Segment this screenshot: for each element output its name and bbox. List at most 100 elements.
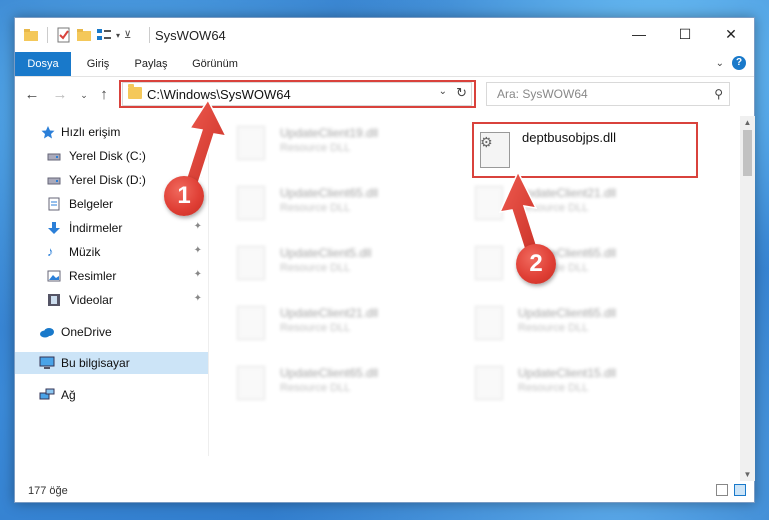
ribbon-tabs: Dosya Giriş Paylaş Görünüm ⌄ ? bbox=[15, 52, 754, 77]
properties-icon[interactable] bbox=[56, 27, 72, 43]
nav-item-label: Müzik bbox=[69, 245, 101, 259]
file-type: Resource DLL bbox=[280, 202, 351, 214]
help-icon[interactable]: ? bbox=[732, 56, 746, 70]
status-bar: 177 öğe bbox=[15, 480, 754, 502]
nav-item-label: Yerel Disk (D:) bbox=[69, 173, 146, 187]
title-separator bbox=[149, 27, 150, 43]
window-controls: — ☐ ✕ bbox=[616, 18, 754, 50]
search-input[interactable]: Ara: SysWOW64 ⚲ bbox=[486, 82, 730, 106]
file-name: UpdateClient15.dll bbox=[518, 366, 617, 380]
forward-arrow-icon[interactable]: → bbox=[51, 86, 69, 104]
list-item[interactable]: UpdateClient65.dll Resource DLL bbox=[225, 360, 435, 408]
nav-item-label: Hızlı erişim bbox=[61, 125, 121, 139]
step-2-badge: 2 bbox=[516, 244, 556, 284]
dll-file-icon bbox=[237, 126, 265, 160]
list-item[interactable]: UpdateClient65.dll Resource DLL bbox=[463, 240, 673, 288]
scroll-down-icon[interactable]: ▼ bbox=[742, 470, 753, 479]
pin-icon[interactable]: ✦ bbox=[194, 293, 202, 304]
title-bar: ▾ ⊻ SysWOW64 — ☐ ✕ bbox=[15, 18, 754, 52]
customize-toolbar-icon[interactable]: ⊻ bbox=[124, 30, 131, 41]
pin-icon[interactable]: ✦ bbox=[194, 149, 202, 160]
navigation-pane: Hızlı erişim Yerel Disk (C:) ✦ Yerel Dis… bbox=[15, 116, 209, 456]
large-icons-view-icon[interactable] bbox=[734, 484, 746, 496]
search-icon[interactable]: ⚲ bbox=[714, 87, 723, 101]
maximize-button[interactable]: ☐ bbox=[662, 18, 708, 50]
close-button[interactable]: ✕ bbox=[708, 18, 754, 50]
highlighted-file-item[interactable]: ⚙ deptbusobjps.dll bbox=[472, 122, 698, 178]
tab-share[interactable]: Paylaş bbox=[129, 52, 173, 76]
chevron-down-icon[interactable]: ▾ bbox=[116, 31, 120, 40]
documents-icon bbox=[47, 197, 61, 211]
pane-divider[interactable] bbox=[208, 116, 209, 456]
file-name: UpdateClient21.dll bbox=[518, 186, 617, 200]
back-arrow-icon[interactable]: ← bbox=[23, 86, 41, 104]
computer-icon bbox=[39, 356, 55, 370]
file-type: Resource DLL bbox=[280, 382, 351, 394]
dll-file-icon bbox=[475, 186, 503, 220]
nav-item-videos[interactable]: Videolar ✦ bbox=[15, 289, 208, 311]
dll-file-icon bbox=[237, 306, 265, 340]
file-type: Resource DLL bbox=[518, 202, 589, 214]
file-type: Resource DLL bbox=[518, 382, 589, 394]
nav-item-downloads[interactable]: İndirmeler ✦ bbox=[15, 217, 208, 239]
file-name: deptbusobjps.dll bbox=[522, 130, 616, 145]
list-item[interactable]: UpdateClient65.dll Resource DLL bbox=[463, 300, 673, 348]
vertical-scrollbar[interactable]: ▲ ▼ bbox=[740, 116, 755, 481]
file-name: UpdateClient21.dll bbox=[280, 306, 379, 320]
minimize-button[interactable]: — bbox=[616, 18, 662, 50]
quick-access-toolbar: ▾ ⊻ bbox=[23, 27, 131, 43]
address-bar-highlight bbox=[119, 80, 476, 108]
tab-home[interactable]: Giriş bbox=[81, 52, 115, 76]
tab-file[interactable]: Dosya bbox=[15, 52, 71, 76]
dll-file-icon bbox=[237, 246, 265, 280]
download-icon bbox=[47, 221, 61, 235]
nav-item-quick-access[interactable]: Hızlı erişim bbox=[15, 121, 208, 143]
nav-item-label: Yerel Disk (C:) bbox=[69, 149, 146, 163]
dll-file-icon bbox=[475, 366, 503, 400]
file-name: UpdateClient65.dll bbox=[280, 186, 379, 200]
nav-item-this-pc[interactable]: Bu bilgisayar bbox=[15, 352, 208, 374]
nav-item-local-disk-c[interactable]: Yerel Disk (C:) ✦ bbox=[15, 145, 208, 167]
recent-locations-icon[interactable]: ⌄ bbox=[75, 86, 93, 104]
list-item[interactable]: UpdateClient5.dll Resource DLL bbox=[225, 240, 435, 288]
network-icon bbox=[39, 388, 55, 402]
list-item[interactable]: UpdateClient21.dll Resource DLL bbox=[463, 180, 673, 228]
nav-item-network[interactable]: Ağ bbox=[15, 384, 208, 406]
nav-item-pictures[interactable]: Resimler ✦ bbox=[15, 265, 208, 287]
file-name: UpdateClient65.dll bbox=[280, 366, 379, 380]
scroll-up-icon[interactable]: ▲ bbox=[742, 118, 753, 127]
pin-icon[interactable]: ✦ bbox=[194, 269, 202, 280]
dll-file-icon bbox=[475, 306, 503, 340]
list-item[interactable]: UpdateClient65.dll Resource DLL bbox=[225, 180, 435, 228]
new-folder-icon[interactable] bbox=[76, 27, 92, 43]
list-item[interactable]: UpdateClient19.dll Resource DLL bbox=[225, 120, 435, 168]
list-item[interactable]: UpdateClient21.dll Resource DLL bbox=[225, 300, 435, 348]
drive-icon bbox=[47, 149, 61, 163]
pictures-icon bbox=[47, 269, 61, 283]
nav-item-label: İndirmeler bbox=[69, 221, 123, 235]
tab-view[interactable]: Görünüm bbox=[187, 52, 243, 76]
gear-icon: ⚙ bbox=[480, 134, 493, 150]
pin-icon[interactable]: ✦ bbox=[194, 221, 202, 232]
file-explorer-window: ▾ ⊻ SysWOW64 — ☐ ✕ Dosya Giriş Paylaş Gö… bbox=[14, 17, 755, 503]
expand-ribbon-icon[interactable]: ⌄ bbox=[716, 58, 724, 69]
nav-item-label: Bu bilgisayar bbox=[61, 356, 130, 370]
nav-item-music[interactable]: ♪ Müzik ✦ bbox=[15, 241, 208, 263]
cloud-icon bbox=[39, 325, 54, 339]
pin-icon[interactable]: ✦ bbox=[194, 245, 202, 256]
videos-icon bbox=[47, 293, 61, 307]
view-options-icon[interactable] bbox=[96, 27, 112, 43]
details-view-icon[interactable] bbox=[716, 484, 728, 496]
view-switcher bbox=[716, 484, 746, 496]
list-item[interactable]: UpdateClient15.dll Resource DLL bbox=[463, 360, 673, 408]
nav-item-label: Videolar bbox=[69, 293, 113, 307]
item-count: 177 öğe bbox=[28, 485, 68, 497]
nav-item-onedrive[interactable]: OneDrive bbox=[15, 321, 208, 343]
up-arrow-icon[interactable]: ↑ bbox=[95, 86, 113, 104]
dll-file-icon bbox=[237, 186, 265, 220]
music-icon: ♪ bbox=[47, 244, 54, 259]
dll-file-icon bbox=[237, 366, 265, 400]
window-title: SysWOW64 bbox=[155, 28, 226, 43]
ribbon-right-controls: ⌄ ? bbox=[716, 56, 746, 70]
scrollbar-thumb[interactable] bbox=[743, 130, 752, 176]
